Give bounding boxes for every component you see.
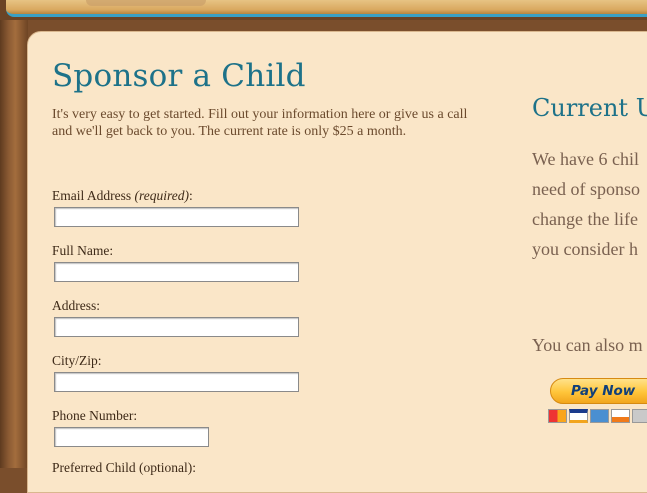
sidebar-heading: Current Un xyxy=(532,94,647,122)
sidebar-line-4: you consider h xyxy=(532,239,638,259)
email-label: Email Address (required): xyxy=(52,188,193,204)
email-label-colon: : xyxy=(188,188,193,203)
cityzip-field[interactable] xyxy=(54,372,299,392)
top-nav-bar xyxy=(6,0,647,17)
email-field[interactable] xyxy=(54,207,299,227)
bank-icon xyxy=(632,409,647,423)
page-title: Sponsor a Child xyxy=(52,58,306,94)
amex-icon xyxy=(590,409,609,423)
email-label-text: Email Address xyxy=(52,188,132,203)
top-navigation-strip xyxy=(0,0,647,20)
mastercard-icon xyxy=(548,409,567,423)
fullname-label: Full Name: xyxy=(52,243,114,258)
sidebar-also-text: You can also m xyxy=(532,335,643,355)
phone-label: Phone Number: xyxy=(52,408,138,423)
payment-cards xyxy=(548,409,647,425)
fullname-field[interactable] xyxy=(54,262,299,282)
wood-frame-left xyxy=(0,0,28,468)
sidebar-line-2: need of sponso xyxy=(532,179,640,199)
address-label: Address: xyxy=(52,298,100,313)
required-note: (required) xyxy=(134,188,189,203)
discover-icon xyxy=(611,409,630,423)
cityzip-label: City/Zip: xyxy=(52,353,102,368)
address-field[interactable] xyxy=(54,317,299,337)
preferred-child-label: Preferred Child (optional): xyxy=(52,460,196,475)
top-nav-tab[interactable] xyxy=(86,0,206,6)
visa-icon xyxy=(569,409,588,423)
phone-field[interactable] xyxy=(54,427,209,447)
intro-text: It's very easy to get started. Fill out … xyxy=(52,107,468,139)
sidebar-line-3: change the life xyxy=(532,209,638,229)
sidebar-line-1: We have 6 chil xyxy=(532,149,640,169)
paypal-pay-now-button[interactable]: Pay Now xyxy=(550,378,647,404)
